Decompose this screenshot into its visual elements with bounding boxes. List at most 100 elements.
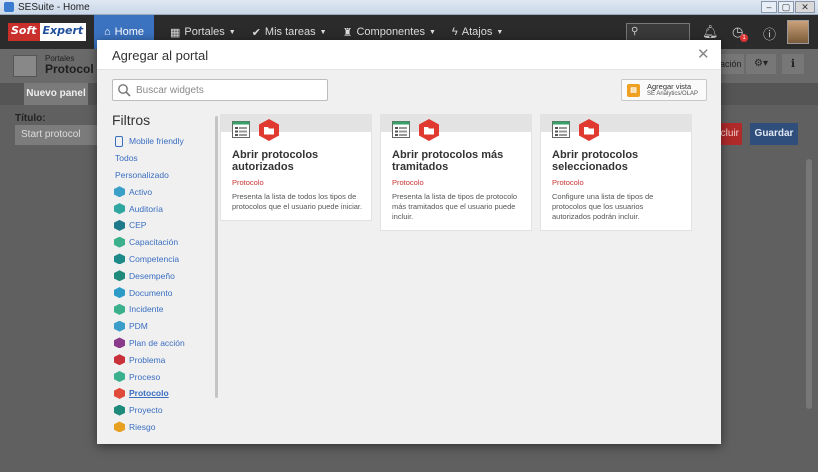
close-icon[interactable]: ✕ (697, 45, 710, 63)
filter-item-riesgo[interactable]: Riesgo (112, 419, 212, 436)
widget-list-icon (392, 121, 410, 138)
mobile-icon (115, 135, 123, 147)
minimize-button[interactable]: – (761, 1, 777, 13)
filter-item-todos[interactable]: Todos (112, 150, 212, 167)
filter-item-auditor-a[interactable]: Auditoría (112, 200, 212, 217)
widget-search-input[interactable] (136, 84, 316, 96)
app-icon (4, 2, 14, 12)
widget-category: Protocolo (232, 178, 264, 187)
filter-item-protocolo[interactable]: Protocolo (112, 385, 212, 402)
bell-icon[interactable]: 🔔︎ (702, 24, 719, 40)
nav-mis-tareas[interactable]: ✔ Mis tareas ▼ (252, 26, 327, 39)
filter-item-proceso[interactable]: Proceso (112, 368, 212, 385)
desempeno-icon (114, 270, 125, 282)
filter-item-plan-de-acci-n[interactable]: Plan de acción (112, 335, 212, 352)
documento-icon (114, 287, 125, 299)
notification-badge: 1 (740, 34, 748, 42)
widget-card-header (541, 115, 691, 141)
widget-card[interactable]: Abrir protocolos seleccionados Protocolo C… (540, 114, 692, 231)
search-icon (118, 84, 131, 97)
filter-item-incidente[interactable]: Incidente (112, 301, 212, 318)
incidente-icon (114, 303, 125, 315)
window-title: SESuite - Home (18, 1, 90, 13)
window-close-button[interactable]: ✕ (795, 1, 815, 13)
widget-title: Abrir protocolos más tramitados (392, 149, 504, 173)
pdm-icon (114, 320, 125, 332)
filter-item-personalizado[interactable]: Personalizado (112, 167, 212, 184)
widget-title: Abrir protocolos seleccionados (552, 149, 639, 173)
tab-nuevo-panel[interactable]: Nuevo panel (24, 83, 88, 105)
header-search[interactable]: ⚲ (626, 23, 690, 41)
page-scrollbar[interactable] (806, 159, 812, 409)
nav-componentes[interactable]: ♜ Componentes ▼ (343, 26, 436, 39)
save-button[interactable]: Guardar (750, 123, 798, 145)
maximize-button[interactable]: ▢ (778, 1, 794, 13)
activo-icon (114, 186, 125, 198)
proceso-icon (114, 371, 125, 383)
filter-item-activo[interactable]: Activo (112, 183, 212, 200)
help-icon[interactable]: ⓘ (763, 24, 776, 43)
title-input[interactable]: Start protocol (15, 125, 101, 145)
portal-icon: ▦ (170, 26, 181, 39)
widget-category: Protocolo (392, 178, 424, 187)
filter-item-competencia[interactable]: Competencia (112, 251, 212, 268)
widget-search-box[interactable] (112, 79, 328, 101)
filter-item-proyecto[interactable]: Proyecto (112, 402, 212, 419)
chevron-down-icon: ▼ (428, 28, 436, 36)
window-titlebar: SESuite - Home – ▢ ✕ (0, 0, 818, 15)
nav-atajos[interactable]: ϟ Atajos ▼ (452, 26, 503, 38)
page-title: Protocol (45, 62, 94, 76)
info-icon[interactable]: ℹ (782, 54, 804, 74)
action-button[interactable]: ación (720, 54, 744, 74)
chevron-down-icon: ▼ (319, 28, 327, 36)
filter-item-problema[interactable]: Problema (112, 351, 212, 368)
modal-header: Agregar al portal ✕ (97, 40, 721, 70)
protocolo-icon (579, 119, 599, 141)
filter-item-mobile-friendly[interactable]: Mobile friendly (112, 133, 212, 150)
modal-title: Agregar al portal (112, 48, 209, 63)
filters-scrollbar[interactable] (215, 116, 218, 398)
softexpert-logo[interactable]: Soft Expert (8, 23, 87, 41)
filter-item-cep[interactable]: CEP (112, 217, 212, 234)
gear-icon[interactable]: ⚙▾ (746, 54, 776, 74)
protocolo-icon (114, 387, 125, 399)
problema-icon (114, 354, 125, 366)
nav-portales[interactable]: ▦ Portales ▼ (170, 26, 236, 39)
widget-list-icon (552, 121, 570, 138)
widget-card-header (381, 115, 531, 141)
window-controls: – ▢ ✕ (761, 1, 815, 13)
widget-list-icon (232, 121, 250, 138)
filter-item-pdm[interactable]: PDM (112, 318, 212, 335)
add-to-portal-modal: Agregar al portal ✕ ▤ Agregar vista SE A… (97, 40, 721, 444)
proyecto-icon (114, 404, 125, 416)
widget-title: Abrir protocolos autorizados (232, 149, 319, 173)
avatar[interactable] (787, 20, 809, 44)
check-icon: ✔ (251, 26, 261, 39)
widget-card[interactable]: Abrir protocolos más tramitados Protocolo… (380, 114, 532, 231)
filter-item-capacitaci-n[interactable]: Capacitación (112, 234, 212, 251)
widget-category: Protocolo (552, 178, 584, 187)
cep-icon (114, 219, 125, 231)
chevron-down-icon: ▼ (228, 28, 236, 36)
widget-description: Configure una lista de tipos de protocol… (552, 192, 654, 221)
portal-grid-icon (13, 55, 37, 77)
capacitacion-icon (114, 236, 125, 248)
auditoria-icon (114, 203, 125, 215)
filters-panel: Filtros Mobile friendly Todos Personalizad… (112, 112, 212, 435)
trophy-icon: ♜ (342, 26, 353, 39)
search-icon: ⚲ (631, 26, 639, 37)
chevron-down-icon: ▼ (496, 28, 504, 36)
riesgo-icon (114, 421, 125, 433)
filters-title: Filtros (112, 112, 151, 128)
plan-accion-icon (114, 337, 125, 349)
protocolo-icon (419, 119, 439, 141)
add-view-button[interactable]: ▤ Agregar vista SE Analytics/OLAP (621, 79, 707, 101)
protocolo-icon (259, 119, 279, 141)
title-label: Título: (15, 113, 46, 124)
widget-card[interactable]: Abrir protocolos autorizados Protocolo Pre… (220, 114, 372, 221)
widget-description: Presenta la lista de todos los tipos de … (232, 192, 363, 211)
bolt-icon: ϟ (451, 26, 458, 38)
filter-item-documento[interactable]: Documento (112, 284, 212, 301)
filter-item-desempe-o[interactable]: Desempeño (112, 267, 212, 284)
home-icon: ⌂ (104, 26, 111, 38)
